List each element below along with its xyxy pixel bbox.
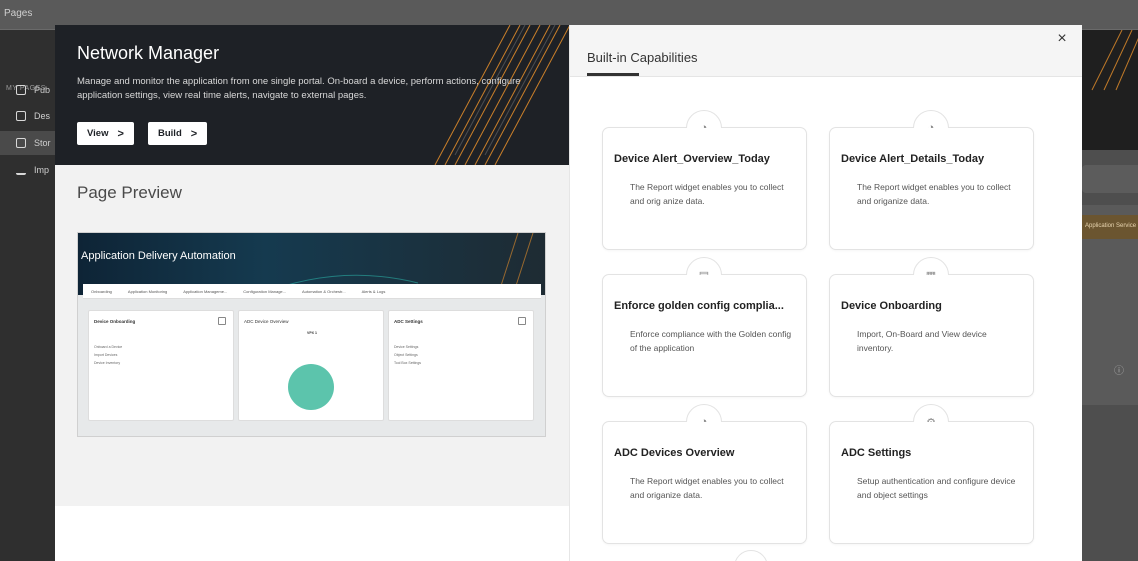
document-icon xyxy=(218,317,226,325)
page-detail-modal: Network Manager Manage and monitor the a… xyxy=(55,25,1082,561)
pane-divider xyxy=(569,25,570,561)
build-button-label: Build xyxy=(158,128,182,139)
capability-card[interactable]: ◔ ADC Devices Overview The Report widget… xyxy=(602,404,807,544)
thumbnail-tab: Application Monitoring xyxy=(127,288,168,294)
sidebar-item-design[interactable]: Des xyxy=(0,104,55,128)
preview-title: Page Preview xyxy=(77,183,182,202)
capability-card[interactable]: ⚙ ADC Settings Setup authentication and … xyxy=(829,404,1034,544)
capability-title: ADC Devices Overview xyxy=(614,447,735,459)
thumbnail-card-title: ADC Device Overview xyxy=(244,319,289,324)
page-title: Network Manager xyxy=(77,43,220,63)
sidebar-item-label: Imp xyxy=(34,165,50,175)
view-button-label: View xyxy=(87,128,109,139)
sidebar-item-label: Pub xyxy=(34,85,51,95)
hero-banner: Network Manager Manage and monitor the a… xyxy=(55,25,569,165)
sidebar-item-store[interactable]: Stor xyxy=(0,131,55,155)
info-icon: ⓘ xyxy=(1114,366,1124,377)
capability-description: Import, On-Board and View device invento… xyxy=(857,329,987,353)
view-button[interactable]: View > xyxy=(77,122,134,145)
thumbnail-tab: Automation & Orchestr... xyxy=(302,288,346,294)
settings-icon xyxy=(518,317,526,325)
capability-description: The Report widget enables you to collect… xyxy=(857,182,1011,206)
thumbnail-tab: Application Manageme... xyxy=(183,288,228,294)
capability-description: Setup authentication and configure devic… xyxy=(857,476,1016,500)
thumbnail-card: ADC Settings Device Settings Object Sett… xyxy=(388,310,534,421)
thumbnail-card-title: ADC Settings xyxy=(394,319,423,324)
background-search xyxy=(1082,165,1138,193)
sidebar-item-import[interactable]: Imp xyxy=(0,158,55,182)
design-icon xyxy=(16,111,26,121)
thumbnail-tab: Alerts & Logs xyxy=(361,288,386,294)
thumbnail-card-title: Device Onboarding xyxy=(94,319,136,324)
thumbnail-banner-title: Application Delivery Automation xyxy=(81,250,236,262)
capability-description: The Report widget enables you to collect… xyxy=(630,476,784,500)
chevron-right-icon: > xyxy=(190,127,198,140)
capability-description: Enforce compliance with the Golden confi… xyxy=(630,329,792,353)
capability-description: The Report widget enables you to collect… xyxy=(630,182,784,206)
capabilities-heading: Built-in Capabilities xyxy=(587,50,698,65)
thumbnail-card-item: Tool Box Settings xyxy=(394,361,422,365)
capability-card[interactable]: ◔ Device Alert_Details_Today The Report … xyxy=(829,110,1034,250)
thumbnail-tabs: Onboarding Application Monitoring Applic… xyxy=(83,284,541,299)
thumbnail-card: Device Onboarding Onboard a Device Impor… xyxy=(88,310,234,421)
thumbnail-card-item: Import Devices xyxy=(94,353,118,357)
thumbnail-tab: Onboarding xyxy=(91,288,112,294)
thumbnail-tab: Configuration Manage... xyxy=(243,288,286,294)
capability-card[interactable]: ▤ Enforce golden config complia... Enfor… xyxy=(602,257,807,397)
thumbnail-card-item: Device Inventory xyxy=(94,361,121,365)
left-pane-footer xyxy=(55,506,569,561)
close-button[interactable]: × xyxy=(1054,31,1070,47)
background-label: Application Service xyxy=(1082,215,1138,239)
capability-title: Device Alert_Details_Today xyxy=(841,153,985,165)
thumbnail-card-item: Object Settings xyxy=(394,353,418,357)
heading-underline xyxy=(587,73,639,76)
thumbnail-card-item: Onboard a Device xyxy=(94,345,123,349)
sidebar-item-label: Stor xyxy=(34,138,51,148)
build-button[interactable]: Build > xyxy=(148,122,208,145)
thumbnail-chart-label: VPX 1 xyxy=(307,331,317,335)
page-preview-thumbnail: Application Delivery Automation Onboardi… xyxy=(77,232,546,437)
thumbnail-donut-chart xyxy=(288,364,334,410)
sidebar-item-label: Des xyxy=(34,111,51,121)
chevron-right-icon: > xyxy=(117,127,124,140)
capability-title: Enforce golden config complia... xyxy=(614,300,784,312)
capability-card[interactable]: ▦ Device Onboarding Import, On-Board and… xyxy=(829,257,1034,397)
capability-title: Device Alert_Overview_Today xyxy=(614,153,770,165)
sidebar-item-publish[interactable]: Pub xyxy=(0,78,55,102)
import-icon xyxy=(16,165,26,175)
left-pane: Network Manager Manage and monitor the a… xyxy=(55,25,569,561)
capability-title: ADC Settings xyxy=(841,447,912,459)
background-banner xyxy=(1082,30,1138,150)
app-title: Pages xyxy=(4,8,33,19)
capability-title: Device Onboarding xyxy=(841,300,942,312)
publish-icon xyxy=(16,85,26,95)
page-description: Manage and monitor the application from … xyxy=(77,76,521,101)
next-card-icon xyxy=(734,550,768,561)
store-icon xyxy=(16,138,26,148)
capability-card[interactable]: ◔ Device Alert_Overview_Today The Report… xyxy=(602,110,807,250)
thumbnail-card-item: Device Settings xyxy=(394,345,419,349)
